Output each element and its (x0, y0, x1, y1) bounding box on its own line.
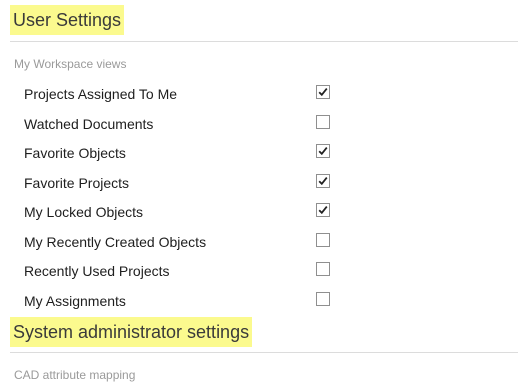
workspace-view-checkbox[interactable] (316, 173, 330, 188)
admin-settings-heading: System administrator settings (10, 317, 253, 347)
workspace-view-checkbox[interactable] (316, 291, 330, 306)
list-item: My Assignments (0, 286, 518, 316)
workspace-view-checkbox[interactable] (316, 203, 330, 217)
list-item: Projects Assigned To Me (0, 79, 518, 109)
workspace-view-checkbox[interactable] (316, 114, 330, 129)
list-item: Recently Used Projects (0, 256, 518, 286)
user-settings-heading: User Settings (10, 5, 125, 35)
workspace-view-label: Projects Assigned To Me (24, 86, 178, 102)
workspace-view-label: Favorite Projects (24, 174, 130, 191)
list-item: Favorite Projects (0, 168, 518, 198)
workspace-view-checkbox[interactable] (316, 262, 330, 276)
checkmark-icon (318, 206, 328, 215)
workspace-view-label: Watched Documents (24, 115, 154, 132)
checkmark-icon (318, 176, 328, 185)
workspace-views-list: Projects Assigned To Me Watched Document… (0, 79, 518, 315)
workspace-view-label: My Recently Created Objects (24, 233, 207, 250)
workspace-view-label: My Locked Objects (24, 204, 144, 220)
workspace-view-label: Favorite Objects (24, 145, 126, 161)
workspace-views-subheading: My Workspace views (14, 57, 127, 71)
list-item: Favorite Objects (0, 138, 518, 168)
workspace-view-checkbox[interactable] (316, 144, 330, 158)
section-divider (10, 41, 518, 42)
settings-page: User Settings My Workspace views Project… (0, 0, 518, 384)
list-item: My Recently Created Objects (0, 227, 518, 257)
list-item: My Locked Objects (0, 197, 518, 227)
workspace-view-label: Recently Used Projects (24, 263, 170, 279)
workspace-view-label: My Assignments (24, 292, 126, 309)
list-item: Watched Documents (0, 109, 518, 139)
section-divider (10, 352, 518, 353)
workspace-view-checkbox[interactable] (316, 232, 330, 247)
checkmark-icon (318, 147, 328, 156)
workspace-view-checkbox[interactable] (316, 85, 330, 99)
cad-attribute-mapping-subheading: CAD attribute mapping (14, 368, 136, 382)
checkmark-icon (318, 88, 328, 97)
